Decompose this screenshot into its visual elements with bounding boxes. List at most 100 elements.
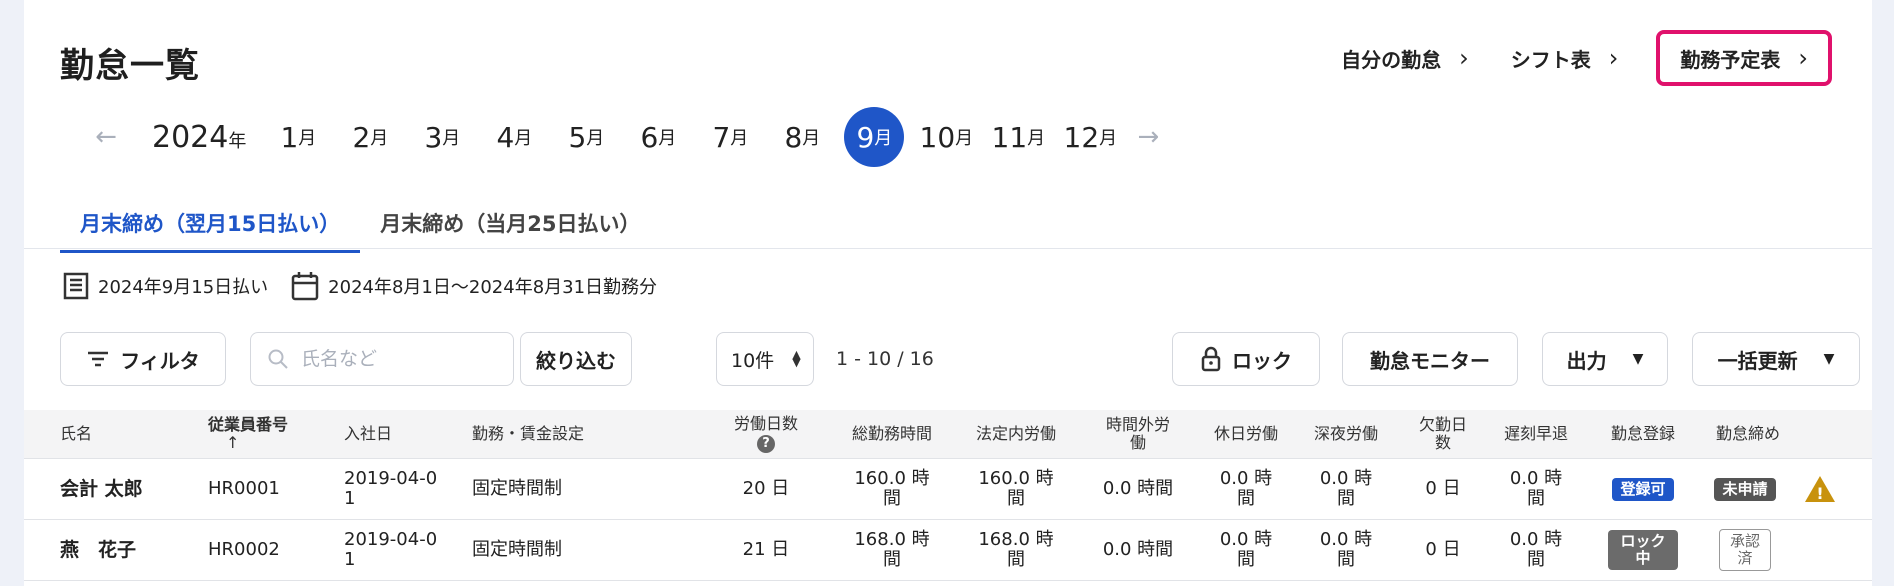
col-overtime-label-2: 働 bbox=[1129, 433, 1146, 452]
closing-cell: 未申請 bbox=[1700, 459, 1790, 519]
late-night-hours: 0.0 時 間 bbox=[1304, 459, 1388, 519]
month-number: 4 bbox=[496, 120, 515, 154]
holiday-line-2: 間 bbox=[1237, 488, 1255, 509]
statutory-hours: 168.0 時 間 bbox=[961, 520, 1071, 580]
col-absent[interactable]: 欠勤日 数 bbox=[1410, 410, 1476, 458]
col-wage-setting[interactable]: 勤務・賃金設定 bbox=[472, 410, 632, 458]
late-night-line-1: 0.0 時 bbox=[1319, 468, 1373, 489]
month-number: 3 bbox=[424, 120, 443, 154]
month-unit: 月 bbox=[730, 128, 749, 149]
col-total-hours[interactable]: 総勤務時間 bbox=[837, 410, 947, 458]
closing-cell: 承認 済 bbox=[1700, 520, 1790, 580]
wage-setting: 固定時間制 bbox=[472, 539, 562, 560]
chevron-right-icon: › bbox=[1459, 44, 1469, 72]
status-badge: 登録可 bbox=[1612, 477, 1674, 501]
col-employee-no[interactable]: 従業員番号 ↑ bbox=[208, 410, 318, 458]
month-number: 1 bbox=[280, 120, 299, 154]
narrow-down-button[interactable]: 絞り込む bbox=[520, 332, 632, 386]
statutory-line-2: 間 bbox=[1007, 488, 1025, 509]
lock-button[interactable]: ロック bbox=[1172, 332, 1320, 386]
month-8[interactable]: 8月 bbox=[766, 107, 838, 167]
receipt-icon bbox=[63, 272, 89, 300]
col-statutory[interactable]: 法定内労働 bbox=[961, 410, 1071, 458]
late-early-line-1: 0.0 時 bbox=[1509, 529, 1563, 550]
filter-label: フィルタ bbox=[120, 348, 200, 373]
lock-icon bbox=[1201, 346, 1221, 372]
page-title: 勤怠一覧 bbox=[60, 46, 200, 86]
work-schedule-label: 勤務予定表 bbox=[1680, 47, 1781, 72]
total-hours: 160.0 時 間 bbox=[837, 459, 947, 519]
employee-name[interactable]: 燕 花子 bbox=[60, 520, 190, 580]
next-arrow-icon[interactable]: → bbox=[1126, 122, 1170, 152]
table-row[interactable]: 会計 太郎 HR0001 2019-04-0 1 固定時間制 20 日 160.… bbox=[24, 459, 1872, 520]
month-unit: 月 bbox=[298, 128, 317, 149]
late-early-line-2: 間 bbox=[1527, 488, 1545, 509]
my-attendance-link[interactable]: 自分の勤怠 › bbox=[1337, 30, 1473, 86]
search-box bbox=[250, 332, 514, 386]
col-overtime[interactable]: 時間外労 働 bbox=[1092, 410, 1184, 458]
shift-table-link[interactable]: シフト表 › bbox=[1507, 30, 1623, 86]
search-input[interactable] bbox=[299, 347, 493, 371]
month-unit: 月 bbox=[874, 128, 893, 149]
col-work-days[interactable]: 労働日数 ? bbox=[716, 410, 816, 458]
per-page-select[interactable]: 10件 ▲ ▼ bbox=[716, 332, 814, 386]
col-holiday[interactable]: 休日労働 bbox=[1204, 410, 1288, 458]
month-number: 5 bbox=[568, 120, 587, 154]
output-label: 出力 bbox=[1566, 348, 1607, 373]
badge-line-2: 済 bbox=[1737, 549, 1753, 567]
month-unit: 月 bbox=[802, 128, 821, 149]
chevron-right-icon: › bbox=[1798, 44, 1808, 72]
search-icon bbox=[268, 349, 288, 369]
warning-icon[interactable]: ! bbox=[1803, 474, 1837, 504]
month-7[interactable]: 7月 bbox=[694, 107, 766, 167]
main-card: 勤怠一覧 自分の勤怠 › シフト表 › 勤務予定表 › ← 2024年 1月 2… bbox=[24, 0, 1872, 586]
tab-closing-current25[interactable]: 月末締め（当月25日払い） bbox=[360, 200, 660, 253]
employee-no: HR0002 bbox=[208, 539, 280, 560]
month-1[interactable]: 1月 bbox=[262, 107, 334, 167]
output-button[interactable]: 出力 ▼ bbox=[1542, 332, 1668, 386]
month-number: 2 bbox=[352, 120, 371, 154]
filter-button[interactable]: フィルタ bbox=[60, 332, 226, 386]
late-early-line-2: 間 bbox=[1527, 549, 1545, 570]
work-schedule-link[interactable]: 勤務予定表 › bbox=[1656, 30, 1832, 86]
col-late-early[interactable]: 遅刻早退 bbox=[1494, 410, 1578, 458]
col-work-days-label: 労働日数 bbox=[733, 414, 798, 433]
tab-closing-next15[interactable]: 月末締め（翌月15日払い） bbox=[60, 200, 361, 253]
shift-table-label: シフト表 bbox=[1510, 47, 1591, 72]
month-6[interactable]: 6月 bbox=[622, 107, 694, 167]
month-unit: 月 bbox=[1027, 128, 1046, 149]
total-hours-line-1: 160.0 時 bbox=[854, 468, 930, 489]
late-early-hours: 0.0 時 間 bbox=[1494, 520, 1578, 580]
month-2[interactable]: 2月 bbox=[334, 107, 406, 167]
month-4[interactable]: 4月 bbox=[478, 107, 550, 167]
col-late-night[interactable]: 深夜労働 bbox=[1304, 410, 1388, 458]
badge-line-1: ロック bbox=[1620, 532, 1666, 550]
warning-mark: ! bbox=[1816, 484, 1823, 503]
table-row[interactable]: 燕 花子 HR0002 2019-04-0 1 固定時間制 21 日 168.0… bbox=[24, 520, 1872, 581]
hire-date-line-1: 2019-04-0 bbox=[344, 529, 438, 550]
work-days: 21 日 bbox=[742, 539, 790, 560]
month-5[interactable]: 5月 bbox=[550, 107, 622, 167]
late-early-hours: 0.0 時 間 bbox=[1494, 459, 1578, 519]
month-9-selected[interactable]: 9月 bbox=[844, 107, 905, 167]
month-10[interactable]: 10 月 bbox=[910, 107, 982, 167]
col-hire-date[interactable]: 入社日 bbox=[344, 410, 434, 458]
month-unit: 月 bbox=[658, 128, 677, 149]
employee-name[interactable]: 会計 太郎 bbox=[60, 459, 190, 519]
bulk-update-button[interactable]: 一括更新 ▼ bbox=[1692, 332, 1860, 386]
statutory-hours: 160.0 時 間 bbox=[961, 459, 1071, 519]
month-3[interactable]: 3月 bbox=[406, 107, 478, 167]
sort-arrow-up-icon: ↑ bbox=[226, 433, 240, 452]
holiday-hours: 0.0 時 間 bbox=[1204, 459, 1288, 519]
late-early-line-1: 0.0 時 bbox=[1509, 468, 1563, 489]
month-11[interactable]: 11 月 bbox=[982, 107, 1054, 167]
attendance-monitor-button[interactable]: 勤怠モニター bbox=[1342, 332, 1518, 386]
col-name[interactable]: 氏名 bbox=[60, 410, 160, 458]
prev-arrow-icon[interactable]: ← bbox=[84, 122, 128, 152]
help-icon[interactable]: ? bbox=[757, 435, 775, 453]
month-12[interactable]: 12 月 bbox=[1054, 107, 1126, 167]
my-attendance-label: 自分の勤怠 bbox=[1341, 47, 1442, 72]
total-hours-line-1: 168.0 時 bbox=[854, 529, 930, 550]
month-unit: 月 bbox=[1099, 128, 1118, 149]
year-number: 2024 bbox=[152, 119, 229, 155]
